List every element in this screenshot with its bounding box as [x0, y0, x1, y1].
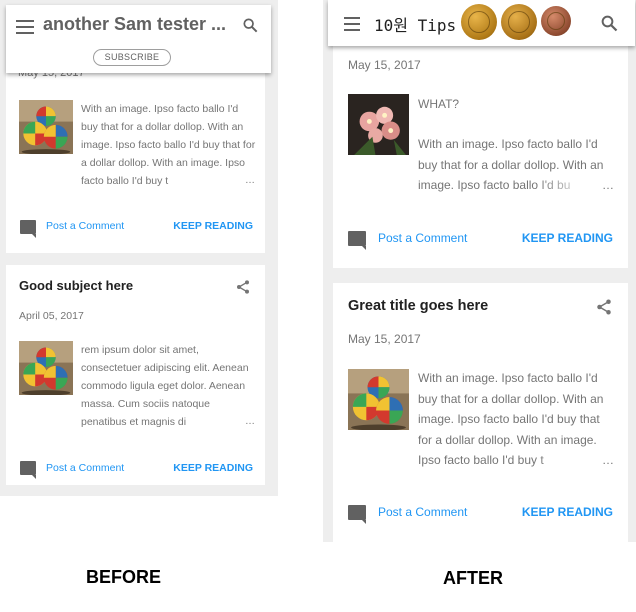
- blog-title[interactable]: 10원 Tips: [374, 12, 456, 36]
- subscribe-button[interactable]: SUBSCRIBE: [93, 49, 171, 66]
- comment-icon[interactable]: [348, 231, 366, 250]
- post-card: Good subject here April 05, 2017 rem ips…: [6, 265, 265, 485]
- snippet-ellipsis: …: [602, 174, 614, 195]
- keep-reading-link[interactable]: KEEP READING: [173, 220, 253, 232]
- top-app-bar: another Sam tester ... SUBSCRIBE: [6, 5, 271, 73]
- post-comment-link[interactable]: Post a Comment: [378, 231, 467, 245]
- keep-reading-link[interactable]: KEEP READING: [173, 462, 253, 474]
- post-comment-link[interactable]: Post a Comment: [378, 505, 467, 519]
- coin-logo-image: [501, 4, 537, 40]
- share-icon[interactable]: [235, 278, 251, 296]
- keep-reading-link[interactable]: KEEP READING: [522, 231, 613, 245]
- post-date: May 15, 2017: [348, 58, 421, 72]
- blog-title[interactable]: another Sam tester ...: [43, 14, 226, 35]
- hamburger-menu-icon[interactable]: [16, 20, 34, 34]
- post-card: May 15, 2017 WHAT? With an image. Ipso f…: [333, 40, 628, 268]
- post-snippet: With an image. Ipso facto ballo I'd buy …: [418, 134, 616, 196]
- post-date: April 05, 2017: [19, 310, 84, 322]
- post-comment-link[interactable]: Post a Comment: [46, 462, 124, 474]
- post-snippet: With an image. Ipso facto ballo I'd buy …: [81, 100, 257, 190]
- post-card: Great title goes here May 15, 2017 With …: [333, 283, 628, 542]
- post-thumbnail[interactable]: [348, 369, 409, 430]
- keep-reading-link[interactable]: KEEP READING: [522, 505, 613, 519]
- coin-logo-image: [461, 4, 497, 40]
- post-thumbnail[interactable]: [348, 94, 409, 155]
- before-caption: BEFORE: [86, 567, 162, 587]
- coin-logo-image: [541, 6, 571, 36]
- search-icon[interactable]: [600, 14, 618, 32]
- post-title[interactable]: Good subject here: [19, 278, 133, 293]
- after-caption: AFTER: [443, 568, 503, 588]
- share-icon[interactable]: [595, 297, 613, 317]
- post-title[interactable]: Great title goes here: [348, 298, 488, 314]
- hamburger-menu-icon[interactable]: [344, 17, 360, 31]
- post-thumbnail[interactable]: [19, 100, 73, 154]
- snippet-ellipsis: …: [602, 449, 614, 470]
- comment-icon[interactable]: [348, 505, 366, 524]
- snippet-ellipsis: …: [245, 172, 255, 190]
- comment-icon[interactable]: [20, 220, 36, 238]
- post-date: May 15, 2017: [348, 332, 421, 346]
- post-comment-link[interactable]: Post a Comment: [46, 220, 124, 232]
- post-thumbnail[interactable]: [19, 341, 73, 395]
- after-screen: 10원 Tips May 15, 2017 WHAT? With an imag…: [323, 0, 636, 542]
- top-app-bar: 10원 Tips: [328, 0, 635, 46]
- post-heading: WHAT?: [418, 97, 460, 111]
- search-icon[interactable]: [242, 17, 258, 33]
- post-snippet: rem ipsum dolor sit amet, consectetuer a…: [81, 341, 257, 431]
- snippet-ellipsis: …: [245, 413, 255, 431]
- comment-icon[interactable]: [20, 461, 36, 479]
- post-snippet: With an image. Ipso facto ballo I'd buy …: [418, 368, 616, 471]
- before-screen: another Sam tester ... SUBSCRIBE May 15,…: [0, 0, 278, 496]
- post-card: May 15, 2017 With an image. Ipso facto b…: [6, 60, 265, 253]
